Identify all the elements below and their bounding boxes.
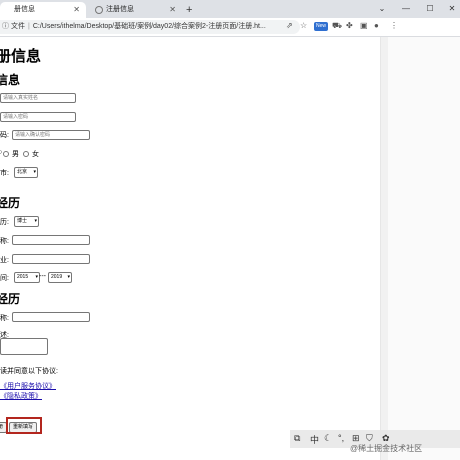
year-separator: --- [39,273,46,280]
menu-icon[interactable]: ⋮ [390,21,398,30]
confirm-password-label: 码: [0,132,9,139]
globe-icon [95,6,103,14]
tab-inactive[interactable]: 注册信息 ✕ [92,2,182,18]
chevron-down-icon: ▾ [34,218,37,224]
separator: | [28,23,30,30]
maximize-icon[interactable]: ☐ [418,0,442,18]
new-tab-button[interactable]: + [186,2,192,18]
education-select[interactable]: 博士 ▾ [14,216,39,227]
company-label: 称: [0,315,9,322]
screenshot-icon[interactable]: ⧉ [294,433,300,444]
punctuation-icon[interactable]: °, [338,433,344,443]
description-textarea[interactable] [0,338,48,355]
gender-female-label: 女 [32,151,39,158]
info-icon[interactable]: ⓘ [2,23,9,30]
name-input[interactable]: 请输入真实姓名 [0,93,76,103]
chevron-down-icon[interactable]: ⌄ [370,0,394,18]
browser-toolbar: ⓘ 文件 | C:/Users/ithelma/Desktop/基础班/案例/day0… [0,18,460,37]
profile-icon[interactable]: ● [374,21,379,30]
radio-female[interactable] [23,151,29,157]
section-work-heading: 经历 [0,292,21,306]
end-year-value: 2019 [51,274,63,280]
user-agreement-link[interactable]: 《用户服务协议》 [0,381,56,391]
tab-title: 注册信息 [106,6,134,13]
time-label: 间: [0,275,9,282]
close-icon[interactable]: ✕ [169,2,176,18]
url-text: C:/Users/ithelma/Desktop/基础班/案例/day02/综合… [32,23,266,30]
close-icon[interactable]: ✕ [73,2,80,18]
sidebar-icon[interactable]: ▣ [360,21,368,30]
password-input[interactable]: 请输入密码 [0,112,76,122]
close-window-icon[interactable]: ✕ [440,0,460,18]
school-input[interactable] [12,235,90,245]
ime-indicator[interactable]: 中 [310,433,319,446]
start-year-select[interactable]: 2015 ▾ [14,272,40,283]
chevron-down-icon: ▾ [35,274,38,280]
page-title: 册信息 [0,48,42,65]
moon-icon[interactable]: ☾ [324,433,332,444]
cart-icon[interactable]: ⛟ [332,21,342,31]
radio-male[interactable] [3,151,9,157]
gender-male-label: 男 [12,151,19,158]
agree-text: 读并同意以下协议: [0,368,58,375]
watermark: @稀土掘金技术社区 [350,444,423,453]
radio-partial: ○ [0,149,3,156]
highlight-box [6,417,42,434]
major-label: 业: [0,257,9,264]
share-icon[interactable]: ⇗ [286,21,293,30]
confirm-password-input[interactable]: 请输入确认密码 [12,130,90,140]
section-education-heading: 经历 [0,196,21,210]
city-label: 市: [0,170,9,177]
tab-active[interactable]: 册信息 ✕ [0,2,86,18]
chevron-down-icon: ▾ [33,169,36,175]
address-bar[interactable]: ⓘ 文件 | C:/Users/ithelma/Desktop/基础班/案例/day0… [0,20,300,34]
section-personal-heading: 信息 [0,73,21,87]
major-input[interactable] [12,254,90,264]
chevron-down-icon: ▾ [67,274,70,280]
file-label: 文件 [11,23,25,30]
star-icon[interactable]: ☆ [300,21,307,30]
education-label: 历: [0,219,9,226]
minimize-icon[interactable]: — [394,0,418,18]
company-input[interactable] [12,312,90,322]
school-label: 称: [0,238,9,245]
tab-title: 册信息 [14,6,35,13]
education-value: 博士 [17,218,28,224]
city-select[interactable]: 北京 ▾ [14,167,38,178]
end-year-select[interactable]: 2019 ▾ [48,272,72,283]
extension-badge[interactable]: New [314,22,329,31]
privacy-policy-link[interactable]: 《隐私政策》 [0,391,42,401]
start-year-value: 2015 [17,274,29,280]
city-value: 北京 [17,169,28,175]
tab-strip: 册信息 ✕ 注册信息 ✕ + ⌄ — ☐ ✕ [0,0,460,18]
puzzle-icon[interactable]: ✤ [346,21,353,30]
empty-area [388,37,460,460]
